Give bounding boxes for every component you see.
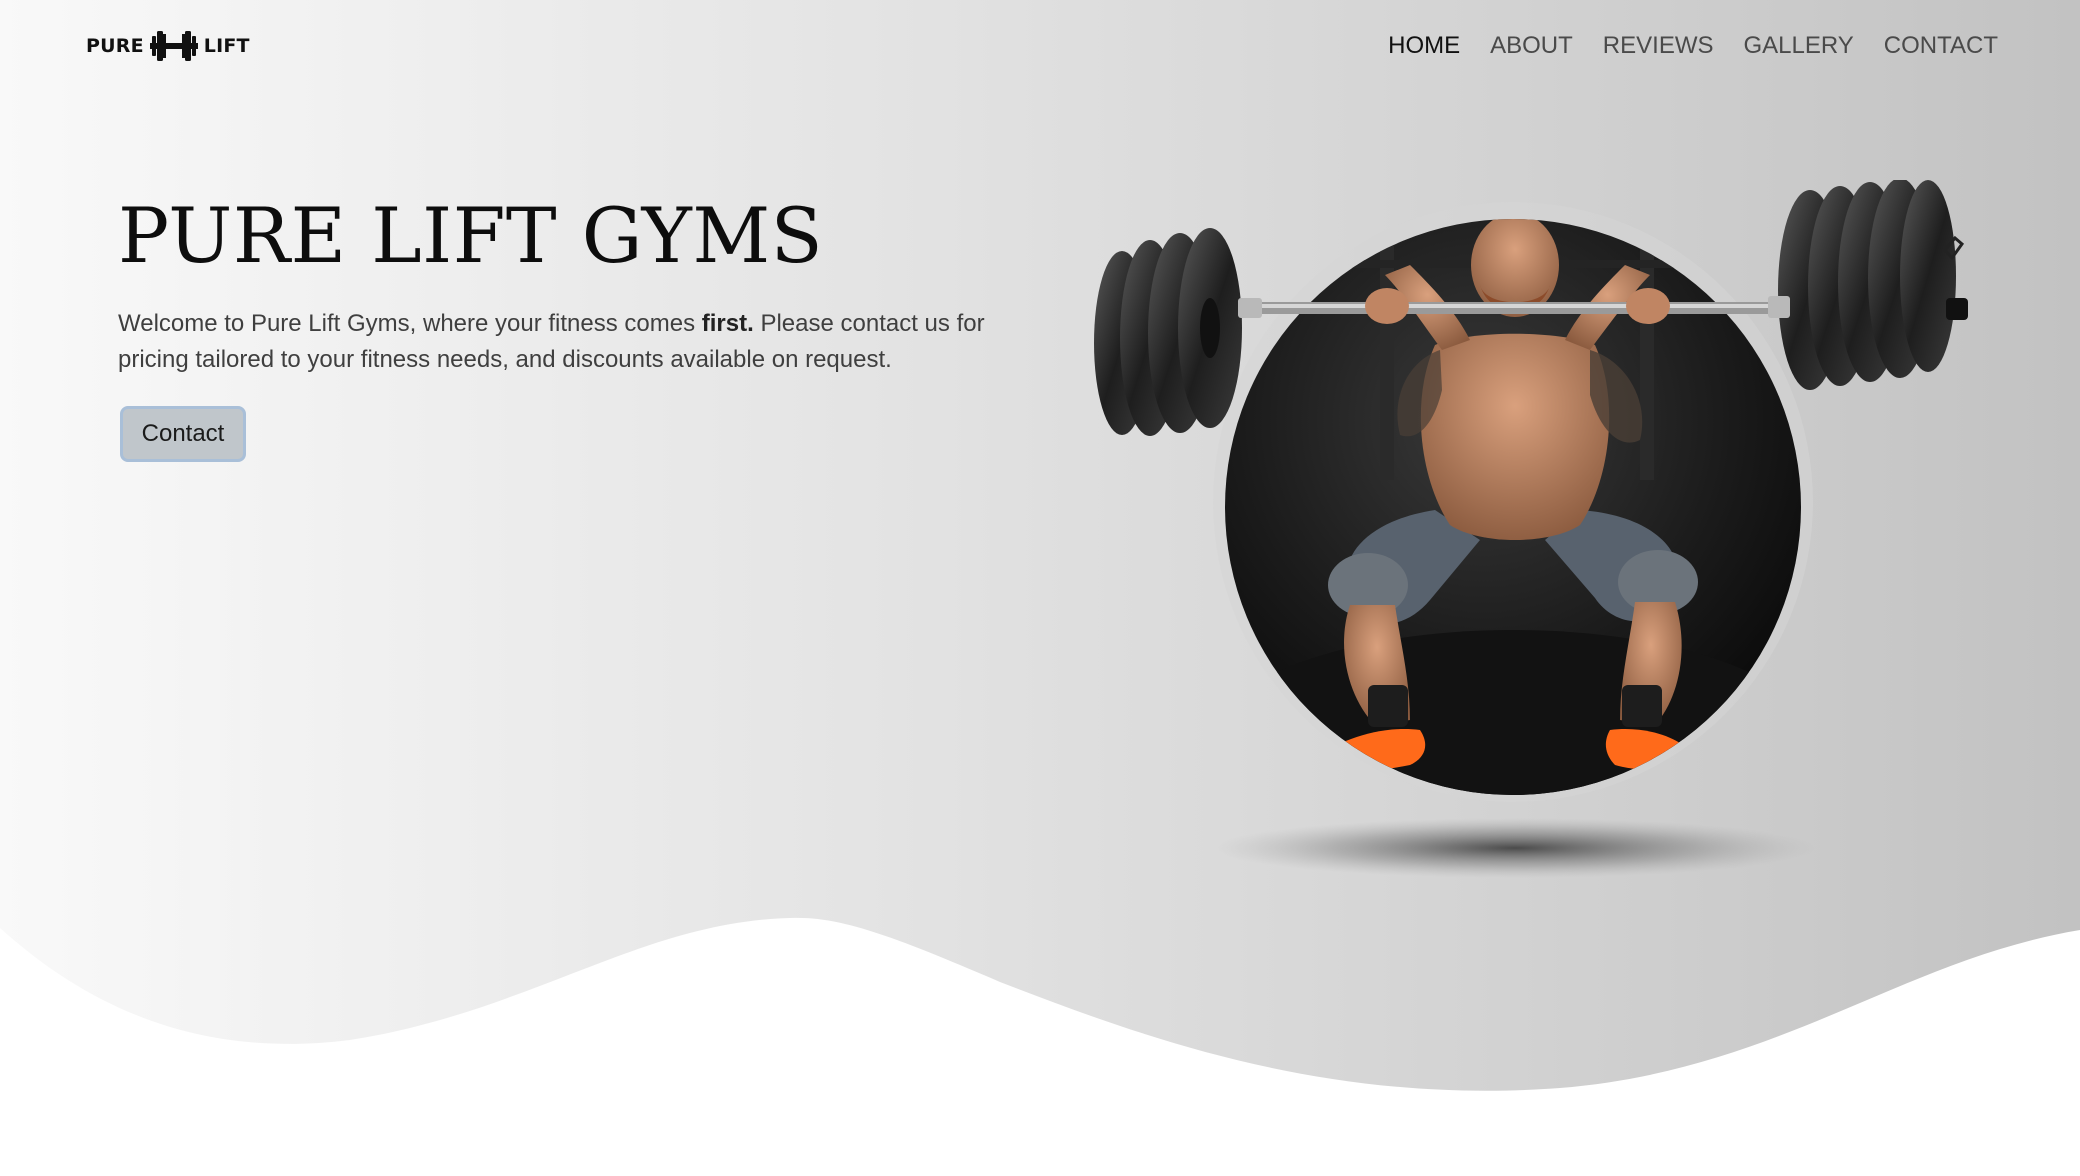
logo-word-pure: PURE xyxy=(86,35,144,57)
logo[interactable]: PURE LIFT xyxy=(86,26,250,66)
weightlifter-image xyxy=(1050,180,1980,900)
hero-description: Welcome to Pure Lift Gyms, where your fi… xyxy=(118,306,1018,378)
nav-reviews[interactable]: REVIEWS xyxy=(1603,32,1714,60)
nav-about[interactable]: ABOUT xyxy=(1490,32,1573,60)
nav-gallery[interactable]: GALLERY xyxy=(1743,32,1853,60)
main-nav: HOME ABOUT REVIEWS GALLERY CONTACT xyxy=(1388,26,1998,66)
nav-home[interactable]: HOME xyxy=(1388,32,1460,60)
landing-page: PURE LIFT HOME ABOUT REVIEWS GALLERY CON… xyxy=(0,0,2080,1176)
hero-title: PURE LIFT GYMS xyxy=(118,191,824,280)
hero-text-part-1: Welcome to Pure Lift Gyms, where your fi… xyxy=(118,310,702,337)
hero-text-emphasis: first. xyxy=(701,310,754,337)
weightlifter-squat-image xyxy=(1094,180,1968,878)
contact-button[interactable]: Contact xyxy=(120,406,246,462)
dumbbell-h-icon xyxy=(149,31,198,61)
logo-word-lift: LIFT xyxy=(203,35,250,57)
nav-contact[interactable]: CONTACT xyxy=(1884,32,1998,60)
